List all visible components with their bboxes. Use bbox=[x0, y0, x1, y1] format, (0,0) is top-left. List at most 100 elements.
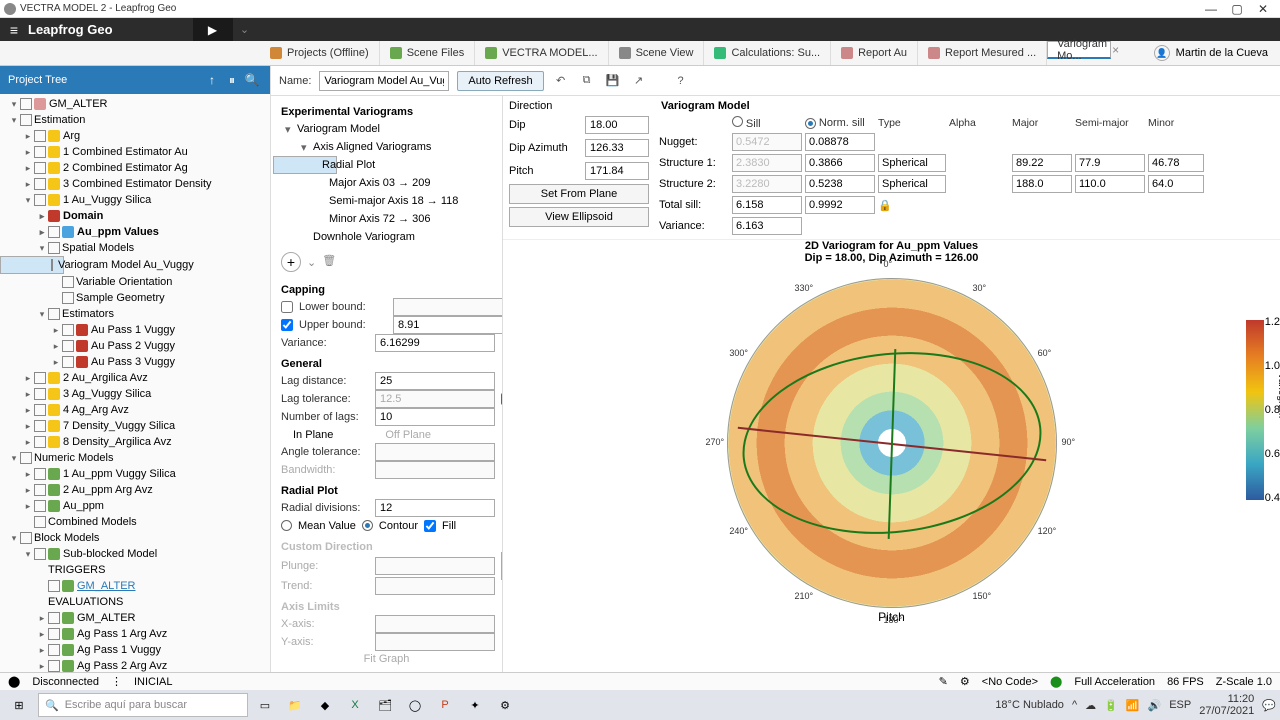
tree-node[interactable]: ▸Au Pass 3 Vuggy bbox=[0, 354, 270, 370]
tree-node[interactable]: ▸GM_ALTER bbox=[0, 610, 270, 626]
tree-check[interactable] bbox=[34, 178, 46, 190]
tree-check[interactable] bbox=[62, 276, 74, 288]
exp-node[interactable]: ▾Variogram Model bbox=[273, 120, 500, 138]
fill-check[interactable] bbox=[424, 520, 436, 532]
tree-check[interactable] bbox=[48, 628, 60, 640]
run-dropdown-icon[interactable]: ⌄ bbox=[233, 23, 257, 36]
tree-node[interactable]: ▸Au Pass 2 Vuggy bbox=[0, 338, 270, 354]
tree-node[interactable]: ▸Arg bbox=[0, 128, 270, 144]
tab-projects-offline-[interactable]: Projects (Offline) bbox=[260, 41, 380, 65]
mean-radio[interactable] bbox=[281, 520, 292, 531]
s1-type-select[interactable] bbox=[878, 154, 946, 172]
tree-check[interactable] bbox=[20, 114, 32, 126]
variance-input[interactable] bbox=[375, 334, 495, 352]
tree-node[interactable]: ▸1 Au_ppm Vuggy Silica bbox=[0, 466, 270, 482]
tree-node[interactable]: ▸Au_ppm Values bbox=[0, 224, 270, 240]
tree-check[interactable] bbox=[62, 324, 74, 336]
tree-twisty-icon[interactable]: ▾ bbox=[36, 309, 48, 320]
total-sill-input[interactable] bbox=[732, 196, 802, 214]
s1-major-input[interactable] bbox=[1012, 154, 1072, 172]
tree-check[interactable] bbox=[34, 468, 46, 480]
s2-semi-input[interactable] bbox=[1075, 175, 1145, 193]
tree-node[interactable]: ▾Block Models bbox=[0, 530, 270, 546]
tree-node[interactable]: ▾Estimators bbox=[0, 306, 270, 322]
add-dropdown-icon[interactable]: ⌄ bbox=[307, 256, 316, 269]
help-icon[interactable]: ? bbox=[672, 72, 690, 90]
minimize-button[interactable]: — bbox=[1198, 2, 1224, 16]
tree-search-icon[interactable]: 🔍 bbox=[242, 73, 262, 87]
tree-twisty-icon[interactable]: ▸ bbox=[36, 613, 48, 624]
tree-twisty-icon[interactable]: ▸ bbox=[36, 227, 48, 238]
tree-check[interactable] bbox=[34, 500, 46, 512]
tree-check[interactable] bbox=[34, 548, 46, 560]
tree-twisty-icon[interactable]: ▸ bbox=[22, 485, 34, 496]
tree-node[interactable]: ▸4 Ag_Arg Avz bbox=[0, 402, 270, 418]
tree-twisty-icon[interactable]: ▸ bbox=[22, 501, 34, 512]
s2-minor-input[interactable] bbox=[1148, 175, 1204, 193]
view-ellipsoid-button[interactable]: View Ellipsoid bbox=[509, 207, 649, 227]
tree-check[interactable] bbox=[34, 516, 46, 528]
set-from-plane-button[interactable]: Set From Plane bbox=[509, 184, 649, 204]
s1-minor-input[interactable] bbox=[1148, 154, 1204, 172]
nlags-input[interactable] bbox=[375, 408, 495, 426]
s2-type-select[interactable] bbox=[878, 175, 946, 193]
sill-radio[interactable] bbox=[732, 116, 743, 127]
auto-refresh-button[interactable]: Auto Refresh bbox=[457, 71, 543, 91]
exp-node[interactable]: Semi-major Axis 18 → 118 bbox=[273, 192, 500, 210]
exp-node[interactable]: Radial Plot bbox=[273, 156, 337, 174]
tree-check[interactable] bbox=[34, 130, 46, 142]
user-box[interactable]: 👤 Martin de la Cueva bbox=[1142, 41, 1280, 65]
lock-icon[interactable]: 🔒 bbox=[878, 199, 946, 212]
start-button[interactable]: ⊞ bbox=[4, 692, 34, 718]
tree-node[interactable]: ▸Ag Pass 1 Arg Avz bbox=[0, 626, 270, 642]
tree-node[interactable]: ▸2 Au_ppm Arg Avz bbox=[0, 482, 270, 498]
tree-check[interactable] bbox=[51, 259, 53, 271]
tree-node[interactable]: Variable Orientation bbox=[0, 274, 270, 290]
tree-node[interactable]: ▾GM_ALTER bbox=[0, 96, 270, 112]
tree-node[interactable]: ▾Numeric Models bbox=[0, 450, 270, 466]
edit-icon[interactable]: ✎ bbox=[939, 675, 948, 688]
tree-twisty-icon[interactable]: ▸ bbox=[50, 341, 62, 352]
tree-check[interactable] bbox=[34, 388, 46, 400]
tree-check[interactable] bbox=[48, 644, 60, 656]
tree-node[interactable]: ▸7 Density_Vuggy Silica bbox=[0, 418, 270, 434]
s1-semi-input[interactable] bbox=[1075, 154, 1145, 172]
tree-node[interactable]: Sample Geometry bbox=[0, 290, 270, 306]
hamburger-icon[interactable]: ≡ bbox=[0, 22, 28, 38]
app2-icon[interactable]: ✦ bbox=[462, 692, 488, 718]
contour-radio[interactable] bbox=[362, 520, 373, 531]
s2-norm-input[interactable] bbox=[805, 175, 875, 193]
tree-check[interactable] bbox=[20, 98, 32, 110]
tree-check[interactable] bbox=[48, 580, 60, 592]
tree-check[interactable] bbox=[48, 612, 60, 624]
tree-check[interactable] bbox=[34, 436, 46, 448]
radial-plot[interactable] bbox=[727, 278, 1057, 608]
tree-twisty-icon[interactable]: ▸ bbox=[22, 163, 34, 174]
tree-check[interactable] bbox=[48, 242, 60, 254]
radial-divs-input[interactable] bbox=[375, 499, 495, 517]
tree-twisty-icon[interactable]: ▾ bbox=[8, 115, 20, 126]
tree-node[interactable]: ▾Spatial Models bbox=[0, 240, 270, 256]
tree-check[interactable] bbox=[34, 146, 46, 158]
tree-check[interactable] bbox=[34, 194, 46, 206]
tree-twisty-icon[interactable]: ▸ bbox=[36, 629, 48, 640]
tab-report-au[interactable]: Report Au bbox=[831, 41, 918, 65]
lower-bound-check[interactable] bbox=[281, 301, 293, 313]
tree-node[interactable]: ▸2 Combined Estimator Ag bbox=[0, 160, 270, 176]
tree-node[interactable]: TRIGGERS bbox=[0, 562, 270, 578]
undo-icon[interactable]: ↶ bbox=[552, 72, 570, 90]
tree-node[interactable]: ▸Au_ppm bbox=[0, 498, 270, 514]
tree-pause-icon[interactable]: ⏸ bbox=[222, 73, 242, 88]
tree-node[interactable]: ▸Domain bbox=[0, 208, 270, 224]
tree-twisty-icon[interactable]: ▸ bbox=[36, 645, 48, 656]
tab-variogram-mo-[interactable]: Variogram Mo...× bbox=[1047, 41, 1111, 59]
tree-check[interactable] bbox=[34, 420, 46, 432]
maximize-button[interactable]: ▢ bbox=[1224, 2, 1250, 16]
tree-check[interactable] bbox=[34, 372, 46, 384]
tree-twisty-icon[interactable]: ▾ bbox=[22, 549, 34, 560]
tree-check[interactable] bbox=[34, 404, 46, 416]
tree-twisty-icon[interactable]: ▸ bbox=[22, 373, 34, 384]
tree-check[interactable] bbox=[62, 356, 74, 368]
tree-check[interactable] bbox=[62, 292, 74, 304]
exp-node[interactable]: Downhole Variogram bbox=[273, 228, 500, 246]
